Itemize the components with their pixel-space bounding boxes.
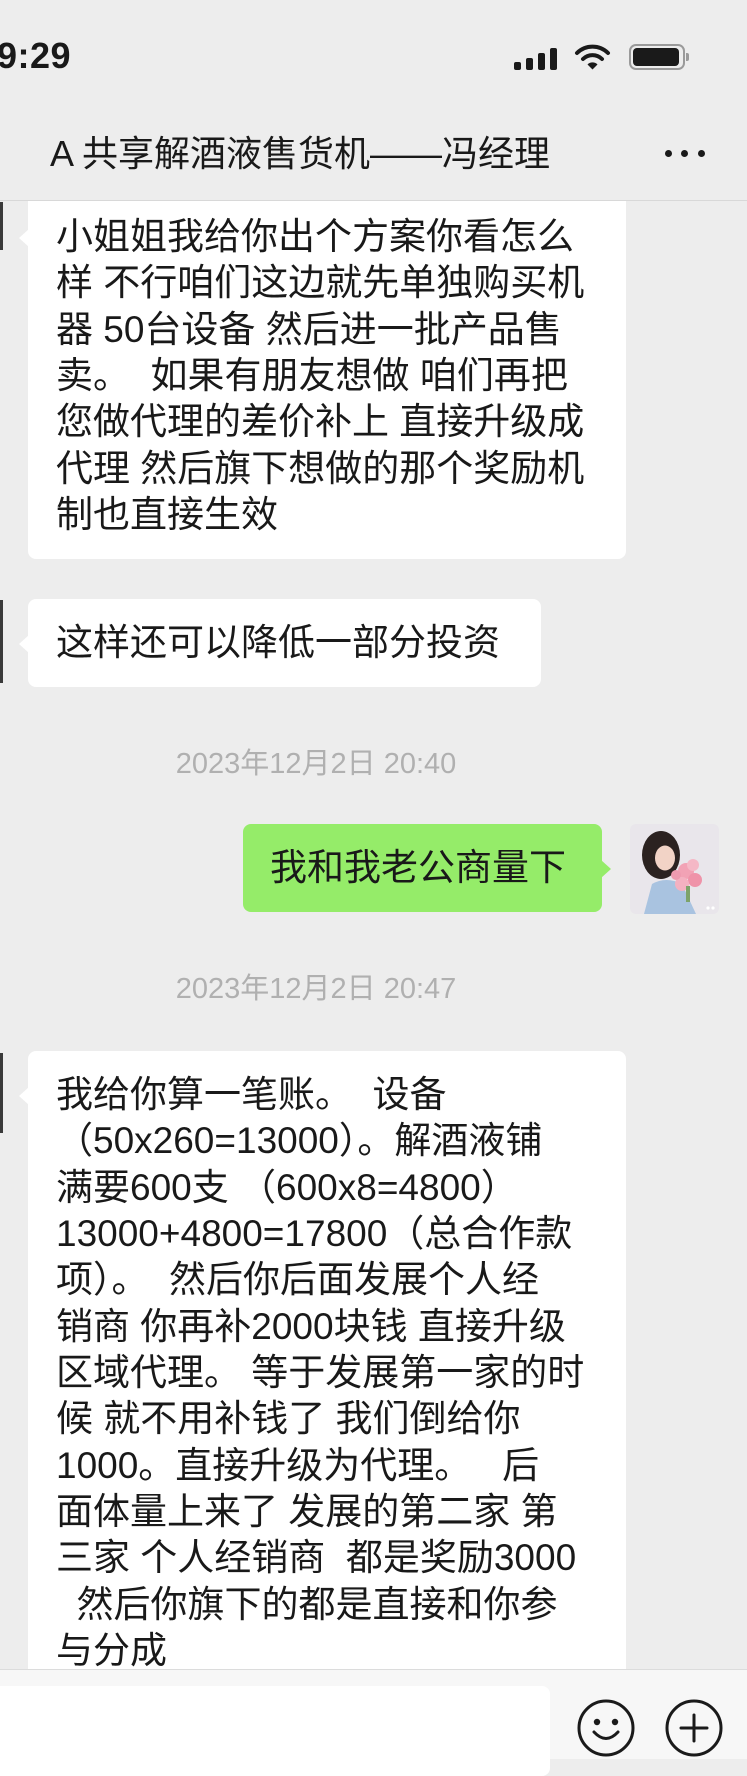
- message-line: 然后你旗下的都是直接和你参: [56, 1583, 558, 1625]
- message-line: 候 就不用补钱了 我们倒给你: [56, 1398, 521, 1440]
- composer-bar: [0, 1669, 747, 1776]
- message-line: 器 50台设备 然后进一批产品售: [56, 308, 562, 350]
- message-input[interactable]: [0, 1686, 550, 1776]
- message-line: 小姐姐我给你出个方案你看怎么: [56, 216, 574, 257]
- message-line: 销商 你再补2000块钱 直接升级: [56, 1305, 566, 1347]
- message-line: 卖。 如果有朋友想做 咱们再把: [56, 355, 568, 397]
- more-options-button[interactable]: [660, 140, 710, 168]
- message-line: （50x260=13000）。解酒液铺: [56, 1120, 543, 1162]
- message-line: 制也直接生效: [56, 494, 278, 536]
- sent-message-bubble[interactable]: 我和我老公商量下: [243, 824, 611, 913]
- cellular-signal-icon: [514, 47, 557, 70]
- status-time: 9:29: [0, 35, 72, 76]
- message-line: 您做代理的差价补上 直接升级成: [56, 401, 585, 443]
- message-line: 样 不行咱们这边就先单独购买机: [56, 262, 585, 304]
- my-avatar[interactable]: [630, 824, 719, 914]
- chat-title: A 共享解酒液售货机——冯经理: [50, 133, 551, 174]
- message-timestamp: 2023年12月2日 20:40: [175, 748, 457, 780]
- emoji-button[interactable]: [575, 1697, 637, 1759]
- message-line: 三家 个人经销商 都是奖励3000: [56, 1537, 577, 1579]
- more-functions-button[interactable]: [663, 1697, 725, 1759]
- chat-header: 9:29 A 共享解酒液售货机——冯经理: [0, 0, 747, 201]
- message-timestamp: 2023年12月2日 20:47: [175, 973, 457, 1005]
- message-line: 与分成: [56, 1630, 167, 1672]
- message-line: 面体量上来了 发展的第二家 第: [56, 1491, 558, 1533]
- contact-avatar[interactable]: [0, 600, 3, 683]
- contact-avatar[interactable]: [0, 1053, 3, 1133]
- message-line: 1000。直接升级为代理。 后: [56, 1444, 540, 1486]
- message-line: 13000+4800=17800（总合作款: [56, 1213, 573, 1255]
- message-line: 满要600支 （600x8=4800）: [56, 1166, 518, 1208]
- message-line: 项）。 然后你后面发展个人经: [56, 1259, 540, 1301]
- received-message-bubble[interactable]: 我给你算一笔账。 设备 （50x260=13000）。解酒液铺 满要600支 （…: [19, 1051, 626, 1696]
- message-line: 我给你算一笔账。 设备: [56, 1074, 447, 1115]
- contact-avatar[interactable]: [0, 202, 3, 250]
- received-message-bubble[interactable]: 小姐姐我给你出个方案你看怎么 样 不行咱们这边就先单独购买机 器 50台设备 然…: [19, 193, 626, 560]
- emoji-icon: [577, 1699, 635, 1757]
- message-line: 区域代理。 等于发展第一家的时: [56, 1352, 585, 1394]
- battery-icon: [629, 44, 689, 70]
- message-line: 这样还可以降低一部分投资: [56, 622, 500, 663]
- wifi-icon: [575, 44, 610, 70]
- more-dots-icon: [665, 150, 672, 157]
- plus-icon: [665, 1699, 723, 1757]
- received-message-bubble[interactable]: 这样还可以降低一部分投资: [19, 599, 541, 688]
- message-line: 我和我老公商量下: [270, 847, 566, 888]
- message-line: 代理 然后旗下想做的那个奖励机: [56, 447, 585, 489]
